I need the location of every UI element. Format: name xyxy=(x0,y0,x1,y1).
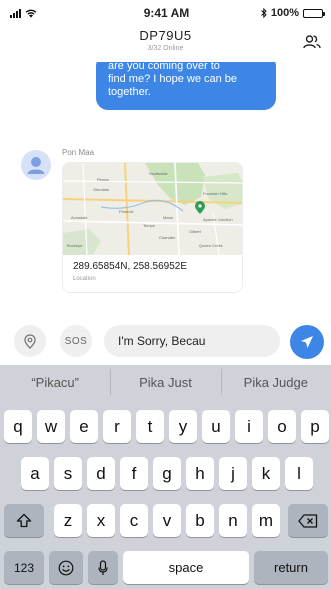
battery-icon xyxy=(302,8,325,18)
sos-button[interactable]: SOS xyxy=(60,325,92,357)
battery-percent: 100% xyxy=(270,7,299,19)
sender-name: Pon Maa xyxy=(62,148,95,157)
microphone-icon xyxy=(98,559,108,575)
key-letter[interactable]: o xyxy=(268,410,296,443)
message-list[interactable]: are you coming over to find me? I hope w… xyxy=(0,62,331,317)
map-label: Scottsdale xyxy=(149,171,168,176)
message-line: find me? I hope we can be xyxy=(108,73,238,85)
key-letter[interactable]: k xyxy=(252,457,280,490)
keyboard: “Pikacu” Pika Just Pika Judge q w e r t … xyxy=(0,365,331,589)
key-letter[interactable]: h xyxy=(186,457,214,490)
key-letter[interactable]: i xyxy=(235,410,263,443)
suggestion-bar: “Pikacu” Pika Just Pika Judge xyxy=(0,365,331,399)
location-caption: Location xyxy=(73,276,96,282)
key-letter[interactable]: v xyxy=(153,504,181,537)
map-label: Chandler xyxy=(159,235,176,240)
avatar[interactable] xyxy=(21,150,51,180)
bluetooth-icon xyxy=(260,8,267,18)
emoji-key[interactable] xyxy=(49,551,83,584)
map-image xyxy=(63,163,242,255)
map-label: Phoenix xyxy=(119,209,134,214)
space-key[interactable]: space xyxy=(123,551,249,584)
signal-icon xyxy=(10,8,21,18)
key-letter[interactable]: s xyxy=(54,457,82,490)
key-letter[interactable]: p xyxy=(301,410,329,443)
key-letter[interactable]: c xyxy=(120,504,148,537)
message-input[interactable] xyxy=(104,325,280,357)
user-icon xyxy=(27,157,45,174)
status-time: 9:41 AM xyxy=(143,6,190,20)
map-label: Queen Creek xyxy=(199,243,223,248)
key-letter[interactable]: t xyxy=(136,410,164,443)
send-arrow-icon xyxy=(301,336,313,348)
return-key[interactable]: return xyxy=(254,551,328,584)
group-icon[interactable] xyxy=(303,34,321,50)
map-label: Fountain Hills xyxy=(203,191,228,196)
key-letter[interactable]: e xyxy=(70,410,98,443)
status-right: 100% xyxy=(243,7,325,19)
map-label: Buckeye xyxy=(67,243,83,248)
status-left xyxy=(10,8,90,18)
key-letter[interactable]: f xyxy=(120,457,148,490)
suggestion-item[interactable]: Pika Judge xyxy=(220,368,331,395)
key-letter[interactable]: n xyxy=(219,504,247,537)
key-letter[interactable]: u xyxy=(202,410,230,443)
map-label: Peoria xyxy=(97,177,109,182)
location-pin-icon xyxy=(24,333,36,349)
status-bar: 9:41 AM 100% xyxy=(0,0,331,26)
emoji-icon xyxy=(58,560,74,575)
wifi-icon xyxy=(25,9,37,18)
outgoing-message-bubble[interactable]: are you coming over to find me? I hope w… xyxy=(96,62,276,110)
shift-icon xyxy=(16,513,32,528)
key-letter[interactable]: r xyxy=(103,410,131,443)
shift-key[interactable] xyxy=(4,504,44,537)
map-label: Glendale xyxy=(93,187,110,192)
key-letter[interactable]: a xyxy=(21,457,49,490)
suggestion-item[interactable]: Pika Just xyxy=(110,368,220,395)
suggestion-item[interactable]: “Pikacu” xyxy=(0,375,110,390)
sos-label: SOS xyxy=(64,335,88,347)
key-letter[interactable]: j xyxy=(219,457,247,490)
mic-key[interactable] xyxy=(88,551,118,584)
chat-header: DP79U5 3/32 Online xyxy=(0,26,331,62)
key-letter[interactable]: w xyxy=(37,410,65,443)
key-letter[interactable]: g xyxy=(153,457,181,490)
map-label: Apache Junction xyxy=(203,217,233,222)
input-bar: SOS xyxy=(0,317,331,365)
key-letter[interactable]: z xyxy=(54,504,82,537)
map-label: Tempe xyxy=(143,223,156,228)
key-letter[interactable]: d xyxy=(87,457,115,490)
page-title: DP79U5 xyxy=(139,28,192,43)
send-button[interactable] xyxy=(290,325,324,359)
backspace-icon xyxy=(298,513,318,528)
location-coordinates: 289.65854N, 258.56952E xyxy=(73,261,187,272)
message-line: are you coming over to xyxy=(108,62,220,72)
message-line: together. xyxy=(108,86,151,98)
key-letter[interactable]: m xyxy=(252,504,280,537)
key-letter[interactable]: x xyxy=(87,504,115,537)
map-label: Avondale xyxy=(71,215,88,220)
location-card[interactable]: Peoria Glendale Phoenix Mesa Scottsdale … xyxy=(62,162,243,293)
numbers-key[interactable]: 123 xyxy=(4,551,44,584)
location-button[interactable] xyxy=(14,325,46,357)
key-letter[interactable]: b xyxy=(186,504,214,537)
key-letter[interactable]: y xyxy=(169,410,197,443)
chat-screen: 9:41 AM 100% DP79U5 3/32 Online are you … xyxy=(0,0,331,589)
delete-key[interactable] xyxy=(288,504,328,537)
key-letter[interactable]: q xyxy=(4,410,32,443)
map-label: Mesa xyxy=(163,215,173,220)
online-count: 3/32 Online xyxy=(147,45,184,52)
map-preview[interactable]: Peoria Glendale Phoenix Mesa Scottsdale … xyxy=(63,163,242,255)
key-letter[interactable]: l xyxy=(285,457,313,490)
map-label: Gilbert xyxy=(189,229,201,234)
